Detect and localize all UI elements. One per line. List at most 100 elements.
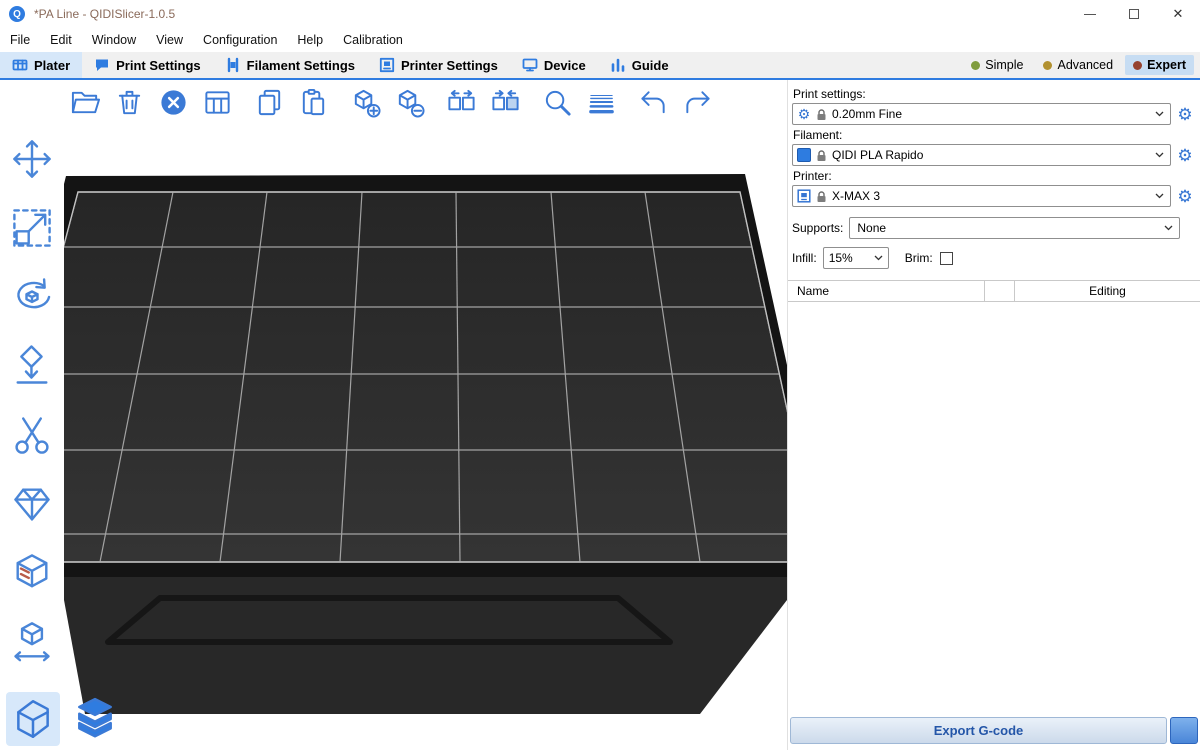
brim-label: Brim:: [905, 251, 933, 265]
rotate-button[interactable]: [8, 273, 56, 321]
seam-button[interactable]: [8, 480, 56, 528]
simple-mode-dot-icon: [971, 61, 980, 70]
printer-edit-button[interactable]: ⚙: [1176, 187, 1194, 205]
top-toolbar: [68, 85, 732, 120]
search-button[interactable]: [540, 85, 575, 120]
place-on-face-button[interactable]: [8, 342, 56, 390]
lock-icon: [816, 108, 827, 121]
menu-item-file[interactable]: File: [0, 28, 40, 52]
split-to-objects-button[interactable]: [444, 85, 479, 120]
menu-item-calibration[interactable]: Calibration: [333, 28, 413, 52]
tab-label: Print Settings: [116, 58, 201, 73]
undo-icon: [638, 87, 669, 118]
trash-icon: [114, 87, 145, 118]
tab-plater[interactable]: Plater: [0, 52, 82, 78]
remove-instance-icon: [394, 87, 425, 118]
undo-button[interactable]: [636, 85, 671, 120]
menu-item-help[interactable]: Help: [287, 28, 333, 52]
advanced-mode-dot-icon: [1043, 61, 1052, 70]
print-settings-edit-button[interactable]: ⚙: [1176, 105, 1194, 123]
close-button[interactable]: ✕: [1156, 0, 1200, 28]
cube-3d-icon: [10, 696, 56, 742]
brim-checkbox[interactable]: [940, 252, 953, 265]
variable-layer-height-button[interactable]: [584, 85, 619, 120]
print-settings-combobox[interactable]: ⚙ 0.20mm Fine: [792, 103, 1171, 125]
minimize-button[interactable]: [1068, 0, 1112, 28]
maximize-button[interactable]: [1112, 0, 1156, 28]
mode-expert[interactable]: Expert: [1125, 55, 1194, 75]
move-button[interactable]: [8, 135, 56, 183]
print-settings-label: Print settings:: [793, 87, 1194, 101]
paint-button[interactable]: [8, 549, 56, 597]
print-settings-value: 0.20mm Fine: [832, 107, 902, 121]
chevron-down-icon: [1155, 152, 1164, 158]
remove-instance-button[interactable]: [392, 85, 427, 120]
copy-button[interactable]: [252, 85, 287, 120]
print-settings-icon: [94, 57, 110, 73]
cut-icon: [10, 413, 54, 457]
sidebar: Print settings: ⚙ 0.20mm Fine ⚙ Filament…: [787, 80, 1200, 750]
layer-height-icon: [586, 87, 617, 118]
delete-button[interactable]: [112, 85, 147, 120]
split-objects-icon: [446, 87, 477, 118]
mode-advanced[interactable]: Advanced: [1035, 55, 1121, 75]
menu-item-edit[interactable]: Edit: [40, 28, 82, 52]
infill-combobox[interactable]: 15%: [823, 247, 889, 269]
paint-cube-icon: [10, 551, 54, 595]
filament-combobox[interactable]: QIDI PLA Rapido: [792, 144, 1171, 166]
export-gcode-button[interactable]: Export G-code: [790, 717, 1167, 744]
search-icon: [542, 87, 573, 118]
tab-label: Guide: [632, 58, 669, 73]
preview-toggle[interactable]: [68, 692, 122, 746]
column-header-name[interactable]: Name: [788, 281, 985, 301]
scale-button[interactable]: [8, 204, 56, 252]
preset-gear-icon: ⚙: [797, 107, 811, 121]
bed-3d-scene[interactable]: [64, 80, 787, 750]
add-instance-button[interactable]: [348, 85, 383, 120]
filament-edit-button[interactable]: ⚙: [1176, 146, 1194, 164]
menu-item-view[interactable]: View: [146, 28, 193, 52]
infill-value: 15%: [829, 251, 853, 265]
tab-label: Printer Settings: [401, 58, 498, 73]
mode-simple[interactable]: Simple: [963, 55, 1031, 75]
export-options-button[interactable]: [1170, 717, 1198, 744]
lock-icon: [816, 190, 827, 203]
supports-combobox[interactable]: None: [849, 217, 1180, 239]
tab-device[interactable]: Device: [510, 52, 598, 78]
arrange-button[interactable]: [200, 85, 235, 120]
open-project-button[interactable]: [68, 85, 103, 120]
redo-button[interactable]: [680, 85, 715, 120]
split-to-parts-button[interactable]: [488, 85, 523, 120]
tabbar: Plater Print Settings Filament Settings …: [0, 52, 1200, 80]
cut-button[interactable]: [8, 411, 56, 459]
gear-icon: ⚙: [1177, 188, 1192, 205]
move-icon: [10, 137, 54, 181]
printer-icon: [797, 189, 811, 203]
tab-printer-settings[interactable]: Printer Settings: [367, 52, 510, 78]
column-header-editing[interactable]: Editing: [1015, 281, 1200, 301]
device-icon: [522, 57, 538, 73]
printer-combobox[interactable]: X-MAX 3: [792, 185, 1171, 207]
menu-item-window[interactable]: Window: [82, 28, 146, 52]
viewport-3d[interactable]: [0, 80, 787, 750]
add-instance-icon: [350, 87, 381, 118]
editor-3d-toggle[interactable]: [6, 692, 60, 746]
menu-item-configuration[interactable]: Configuration: [193, 28, 287, 52]
chevron-down-icon: [1164, 225, 1173, 231]
window-title: *PA Line - QIDISlicer-1.0.5: [34, 7, 175, 21]
tab-print-settings[interactable]: Print Settings: [82, 52, 213, 78]
infill-label: Infill:: [792, 251, 817, 265]
filament-value: QIDI PLA Rapido: [832, 148, 923, 162]
tab-filament-settings[interactable]: Filament Settings: [213, 52, 367, 78]
delete-all-button[interactable]: [156, 85, 191, 120]
guide-icon: [610, 57, 626, 73]
titlebar: Q *PA Line - QIDISlicer-1.0.5 ✕: [0, 0, 1200, 28]
left-toolbar: [8, 135, 56, 666]
paste-button[interactable]: [296, 85, 331, 120]
object-list[interactable]: [788, 302, 1200, 717]
measure-button[interactable]: [8, 618, 56, 666]
expert-mode-dot-icon: [1133, 61, 1142, 70]
tab-guide[interactable]: Guide: [598, 52, 681, 78]
scale-icon: [10, 206, 54, 250]
app-logo-icon: Q: [9, 6, 25, 22]
